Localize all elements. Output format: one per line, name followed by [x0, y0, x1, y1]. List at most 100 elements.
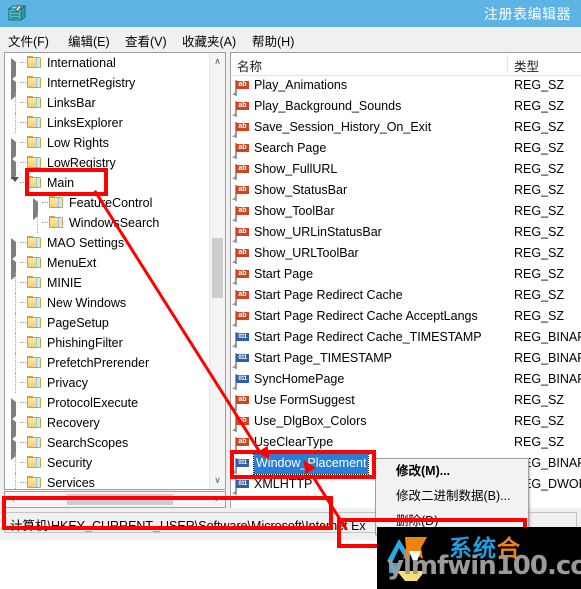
tree-guide-dots	[20, 242, 26, 244]
chevron-right-icon[interactable]	[33, 198, 42, 220]
value-row[interactable]: 011 SyncHomePage REG_BINARY	[231, 369, 581, 390]
tree-item-international[interactable]: International	[5, 53, 210, 80]
folder-icon	[27, 356, 42, 369]
tree-item-label: WindowsSearch	[69, 216, 160, 230]
tree-item-main[interactable]: Main	[5, 173, 210, 196]
registry-key-tree[interactable]: International InternetRegistry LinksBar Lin…	[4, 52, 226, 490]
chevron-down-icon[interactable]	[11, 177, 20, 196]
tree-item-internetregistry[interactable]: InternetRegistry	[5, 73, 210, 100]
folder-icon	[27, 236, 42, 249]
tree-item-low-rights[interactable]: Low Rights	[5, 133, 210, 160]
folder-icon	[27, 396, 42, 409]
tree-guide-dots	[20, 182, 26, 184]
chevron-right-icon[interactable]	[11, 438, 20, 460]
chevron-right-icon[interactable]	[11, 58, 20, 80]
tree-item-privacy[interactable]: Privacy	[5, 373, 210, 393]
tree-vertical-scrollbar[interactable]: ∧ ∨	[209, 53, 225, 489]
value-row[interactable]: ab Show_URLToolBar REG_SZ	[231, 243, 581, 264]
value-context-menu[interactable]: 修改(M)... 修改二进制数据(B)... 删除(D)	[375, 458, 529, 535]
value-row[interactable]: ab Save_Session_History_On_Exit REG_SZ	[231, 117, 581, 138]
tree-item-minie[interactable]: MINIE	[5, 273, 210, 293]
tree-guide-line	[15, 93, 17, 113]
scroll-right-icon[interactable]: ›	[208, 492, 225, 507]
context-menu-modify[interactable]: 修改(M)...	[376, 459, 528, 484]
tree-item-pagesetup[interactable]: PageSetup	[5, 313, 210, 333]
tree-guide-dots	[20, 342, 26, 344]
tree-item-mao-settings[interactable]: MAO Settings	[5, 233, 210, 260]
value-row[interactable]: ab Start Page REG_SZ	[231, 264, 581, 285]
value-name: Use_DlgBox_Colors	[254, 414, 367, 428]
chevron-right-icon[interactable]	[11, 78, 20, 100]
chevron-right-icon[interactable]	[11, 238, 20, 260]
chevron-right-icon[interactable]	[11, 158, 20, 180]
scroll-up-icon[interactable]: ∧	[210, 53, 225, 70]
folder-icon	[27, 416, 42, 429]
value-row[interactable]: ab Play_Animations REG_SZ	[231, 75, 581, 96]
tree-item-label: Low Rights	[47, 136, 109, 150]
tree-guide-dots	[20, 142, 26, 144]
tree-item-label: InternetRegistry	[47, 76, 136, 90]
context-menu-modify-binary[interactable]: 修改二进制数据(B)...	[376, 484, 528, 509]
menu-view[interactable]: 查看(V)	[125, 31, 167, 50]
tree-guide-dots	[20, 382, 26, 384]
scroll-down-icon[interactable]: ∨	[210, 472, 225, 489]
menu-file[interactable]: 文件(F)	[8, 31, 49, 50]
value-row[interactable]: 011 Start Page Redirect Cache_TIMESTAMP RE…	[231, 327, 581, 348]
site-watermark: 系统合 ylmfwin100.com	[377, 527, 581, 589]
tree-item-services[interactable]: Services	[5, 473, 210, 489]
tree-guide-dots	[20, 402, 26, 404]
tree-item-security[interactable]: Security	[5, 453, 210, 473]
value-type: REG_BINARY	[514, 330, 581, 344]
registry-value-list[interactable]: 名称 类型 ab Play_Animations REG_SZ ab Play_Back…	[230, 52, 581, 508]
scroll-left-icon[interactable]: ‹	[5, 492, 22, 507]
value-row[interactable]: 011 Start Page_TIMESTAMP REG_BINARY	[231, 348, 581, 369]
value-row[interactable]: ab Start Page Redirect Cache REG_SZ	[231, 285, 581, 306]
value-row[interactable]: ab Search Page REG_SZ	[231, 138, 581, 159]
value-row[interactable]: ab Use_DlgBox_Colors REG_SZ	[231, 411, 581, 432]
tree-item-protocolexecute[interactable]: ProtocolExecute	[5, 393, 210, 420]
value-row[interactable]: ab Show_URLinStatusBar REG_SZ	[231, 222, 581, 243]
value-row[interactable]: ab Start Page Redirect Cache AcceptLangs R…	[231, 306, 581, 327]
tree-item-phishingfilter[interactable]: PhishingFilter	[5, 333, 210, 353]
menu-help[interactable]: 帮助(H)	[252, 31, 294, 50]
column-header-type[interactable]: 类型	[514, 56, 539, 75]
tree-guide-dots	[20, 302, 26, 304]
folder-icon	[27, 76, 42, 89]
value-type: REG_SZ	[514, 141, 565, 155]
tree-item-new-windows[interactable]: New Windows	[5, 293, 210, 313]
tree-item-windowssearch[interactable]: WindowsSearch	[5, 213, 210, 233]
tree-item-menuext[interactable]: MenuExt	[5, 253, 210, 280]
value-row[interactable]: ab Play_Background_Sounds REG_SZ	[231, 96, 581, 117]
tree-item-linksbar[interactable]: LinksBar	[5, 93, 210, 113]
tree-hscroll-thumb[interactable]	[67, 494, 173, 505]
tree-vscroll-thumb[interactable]	[212, 238, 223, 298]
tree-item-featurecontrol[interactable]: FeatureControl	[5, 193, 210, 220]
value-name: Window_Placement	[252, 452, 370, 475]
value-name: Play_Background_Sounds	[254, 99, 402, 113]
tree-guide-line	[15, 333, 17, 353]
column-divider[interactable]	[507, 55, 508, 72]
chevron-right-icon[interactable]	[11, 418, 20, 440]
tree-horizontal-scrollbar[interactable]: ‹ ›	[4, 491, 226, 508]
value-type: REG_SZ	[514, 99, 565, 113]
value-row[interactable]: ab Show_FullURL REG_SZ	[231, 159, 581, 180]
value-row[interactable]: ab Use FormSuggest REG_SZ	[231, 390, 581, 411]
menu-edit[interactable]: 编辑(E)	[68, 31, 110, 50]
column-header-name[interactable]: 名称	[237, 56, 262, 75]
value-name: Show_URLinStatusBar	[254, 225, 382, 239]
value-row[interactable]: ab Show_StatusBar REG_SZ	[231, 180, 581, 201]
tree-item-prefetchprerender[interactable]: PrefetchPrerender	[5, 353, 210, 373]
tree-item-searchscopes[interactable]: SearchScopes	[5, 433, 210, 460]
tree-item-linksexplorer[interactable]: LinksExplorer	[5, 113, 210, 133]
menu-favorites[interactable]: 收藏夹(A)	[182, 31, 236, 50]
value-name: Start Page Redirect Cache AcceptLangs	[254, 309, 478, 323]
chevron-right-icon[interactable]	[11, 138, 20, 160]
chevron-right-icon[interactable]	[11, 398, 20, 420]
folder-icon	[49, 196, 64, 209]
value-row[interactable]: ab Show_ToolBar REG_SZ	[231, 201, 581, 222]
chevron-right-icon[interactable]	[11, 258, 20, 280]
tree-item-label: MAO Settings	[47, 236, 125, 250]
tree-item-lowregistry[interactable]: LowRegistry	[5, 153, 210, 180]
value-row[interactable]: ab UseClearType REG_SZ	[231, 432, 581, 453]
tree-item-recovery[interactable]: Recovery	[5, 413, 210, 440]
